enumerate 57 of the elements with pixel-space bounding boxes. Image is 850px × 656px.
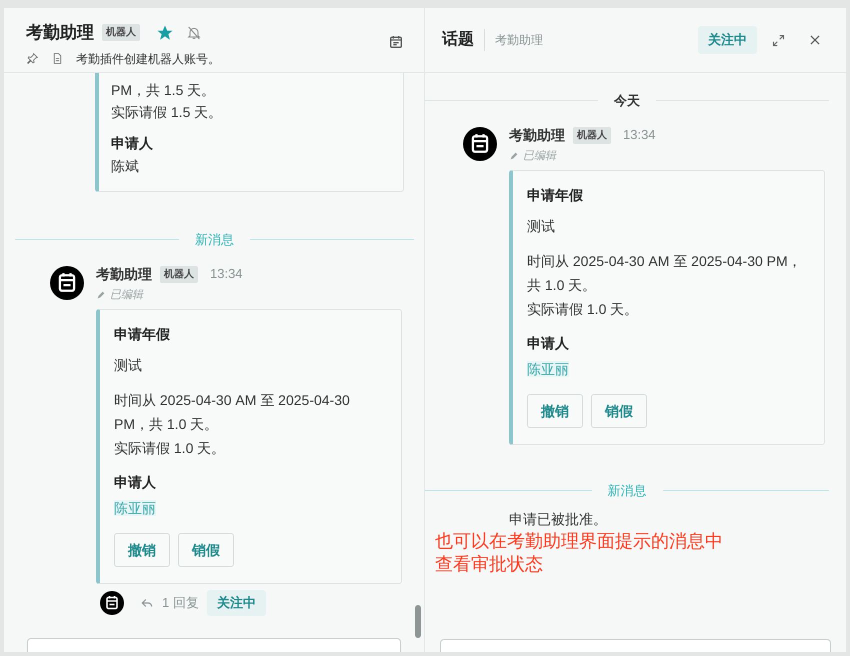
divider-label: 今天 <box>614 92 640 110</box>
calendar-avatar-icon <box>100 590 124 615</box>
message-time: 13:34 <box>623 126 656 144</box>
pin-icon[interactable] <box>26 52 39 65</box>
edited-label: 已编辑 <box>110 288 143 302</box>
card-text: 实际请假 1.0 天。 <box>114 439 226 458</box>
reply-count[interactable]: 1 回复 <box>162 593 199 612</box>
bot-badge: 机器人 <box>160 266 198 282</box>
sender-name[interactable]: 考勤助理 <box>509 124 565 146</box>
sender-name[interactable]: 考勤助理 <box>96 264 152 284</box>
panel-title: 话题 <box>442 30 474 50</box>
calendar-icon[interactable] <box>388 34 404 50</box>
user-link[interactable]: 陈亚丽 <box>527 361 569 377</box>
field-label: 申请人 <box>527 334 570 353</box>
close-icon[interactable] <box>808 33 822 47</box>
calendar-avatar-icon <box>50 266 84 300</box>
follow-button[interactable]: 关注中 <box>698 26 757 54</box>
action-button[interactable]: 撤销 <box>527 394 583 428</box>
card-text: 测试 <box>114 356 143 375</box>
card-title: 申请年假 <box>114 325 171 344</box>
field-label: 申请人 <box>114 473 157 492</box>
annotation-text: 查看审批状态 <box>435 553 543 576</box>
action-button[interactable]: 撤销 <box>114 533 170 567</box>
message-input[interactable] <box>27 638 401 652</box>
card-text: 陈斌 <box>111 157 140 176</box>
user-link[interactable]: 陈亚丽 <box>114 500 156 516</box>
star-icon[interactable] <box>156 24 174 42</box>
bot-badge: 机器人 <box>573 126 611 144</box>
action-button[interactable]: 销假 <box>591 394 647 428</box>
bell-off-icon[interactable] <box>186 24 202 41</box>
message-input[interactable] <box>440 639 831 652</box>
document-icon[interactable] <box>51 52 64 65</box>
card-text: 时间从 2025-04-30 AM 至 2025-04-30 PM，共 1.0 天。 <box>114 391 351 434</box>
scrollbar-thumb[interactable] <box>415 605 421 638</box>
pencil-icon <box>509 150 519 161</box>
card-text: 测试 <box>527 217 556 236</box>
message-text: 申请已被批准。 <box>509 510 607 528</box>
card-text: 时间从 2025-04-30 AM 至 2025-04-30 PM，共 1.0 天。 <box>527 252 803 295</box>
pencil-icon <box>96 290 106 300</box>
field-label: 申请人 <box>111 134 154 153</box>
card-text: 实际请假 1.0 天。 <box>527 300 640 319</box>
divider-label: 新消息 <box>195 231 234 249</box>
divider-label: 新消息 <box>608 482 646 500</box>
channel-description: 考勤插件创建机器人账号。 <box>76 50 220 68</box>
calendar-avatar-icon <box>463 126 497 160</box>
annotation-text: 也可以在考勤助理界面提示的消息中 <box>435 530 723 553</box>
channel-title: 考勤助理 <box>26 22 94 44</box>
card-text: PM，共 1.5 天。 <box>111 81 216 100</box>
action-button[interactable]: 销假 <box>178 533 234 567</box>
bot-badge: 机器人 <box>102 24 140 42</box>
channel-name[interactable]: 考勤助理 <box>495 31 543 49</box>
message-time: 13:34 <box>210 265 243 284</box>
card-title: 申请年假 <box>527 186 584 205</box>
expand-icon[interactable] <box>771 32 786 48</box>
follow-button[interactable]: 关注中 <box>206 590 266 616</box>
edited-label: 已编辑 <box>523 148 556 164</box>
card-text: 实际请假 1.5 天。 <box>111 103 224 122</box>
